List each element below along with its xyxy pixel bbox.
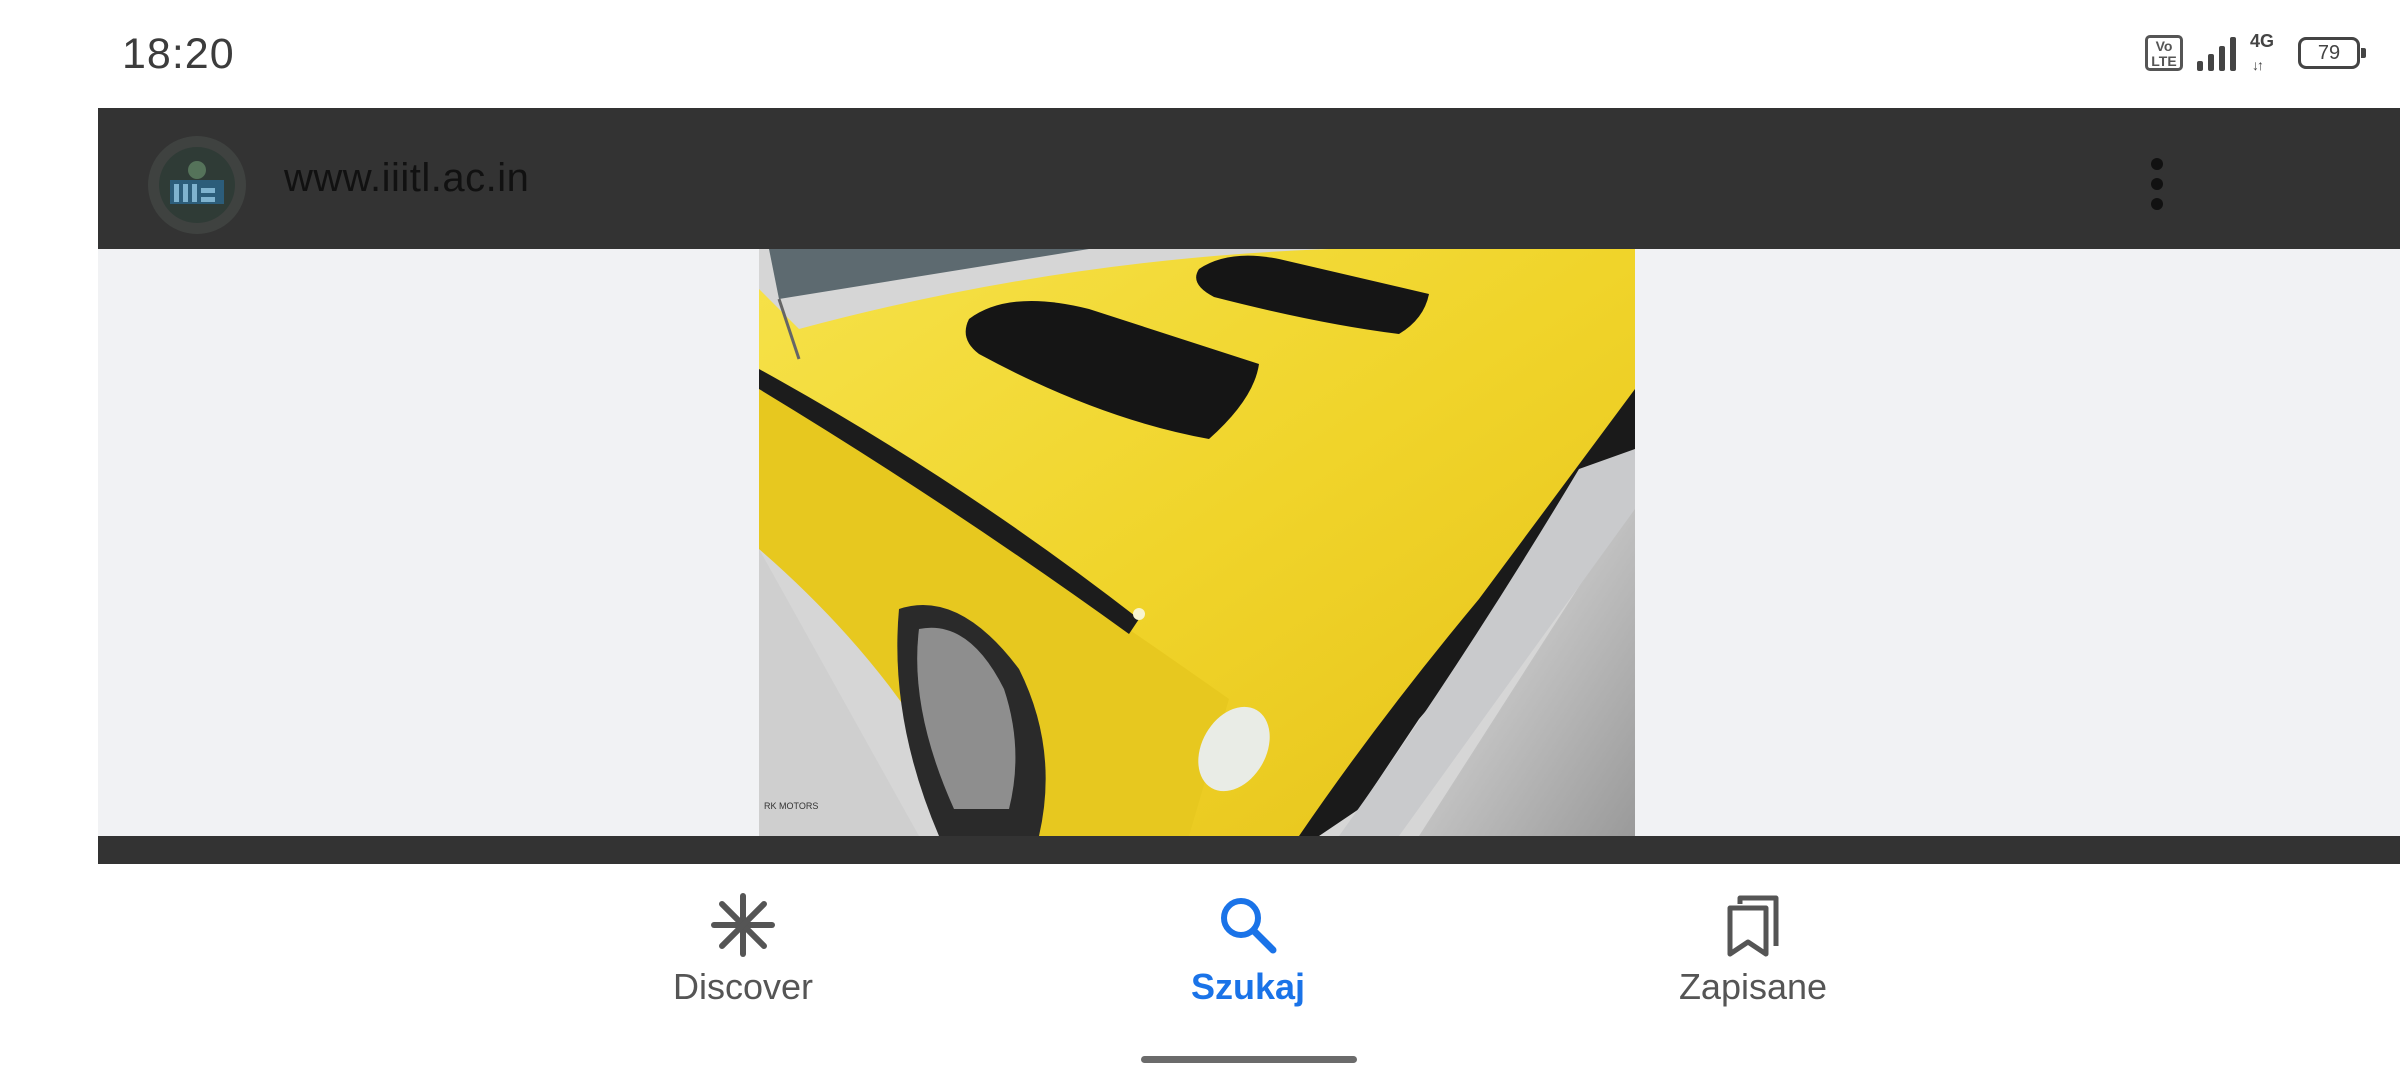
battery-level: 79 (2317, 41, 2341, 64)
viewer-header: www.iiitl.ac.in (98, 108, 2400, 249)
result-image[interactable]: RK MOTORS (759, 249, 1635, 836)
network-type-icon: 4G ↓↑ (2250, 31, 2275, 73)
image-viewer: www.iiitl.ac.in RK MOTORS (98, 108, 2400, 864)
viewer-footer (98, 836, 2400, 864)
status-bar: 18:20 Vo LTE 4G ↓↑ 79 (0, 0, 2400, 108)
signal-icon (2197, 35, 2236, 71)
clock: 18:20 (122, 30, 235, 78)
nav-label: Zapisane (1678, 966, 1828, 1007)
site-logo[interactable] (148, 136, 246, 234)
volte-icon: Vo LTE (2145, 35, 2183, 71)
battery-icon: 79 (2298, 37, 2366, 69)
more-vert-icon[interactable] (2147, 158, 2167, 214)
home-indicator[interactable] (1141, 1056, 1357, 1063)
asterisk-icon (711, 893, 775, 957)
watermark-text: RK MOTORS (764, 801, 818, 811)
search-icon (1221, 898, 1277, 954)
nav-label: Szukaj (1190, 966, 1306, 1007)
bottom-navigation: Discover Szukaj Zapisane (98, 864, 2400, 1080)
nav-discover[interactable]: Discover (633, 890, 853, 1010)
nav-label: Discover (672, 966, 814, 1007)
site-domain[interactable]: www.iiitl.ac.in (284, 156, 529, 201)
status-icons: Vo LTE 4G ↓↑ 79 (2145, 28, 2366, 78)
bookmarks-icon (1727, 895, 1779, 957)
nav-search[interactable]: Szukaj (1138, 890, 1358, 1010)
nav-saved[interactable]: Zapisane (1643, 890, 1863, 1010)
